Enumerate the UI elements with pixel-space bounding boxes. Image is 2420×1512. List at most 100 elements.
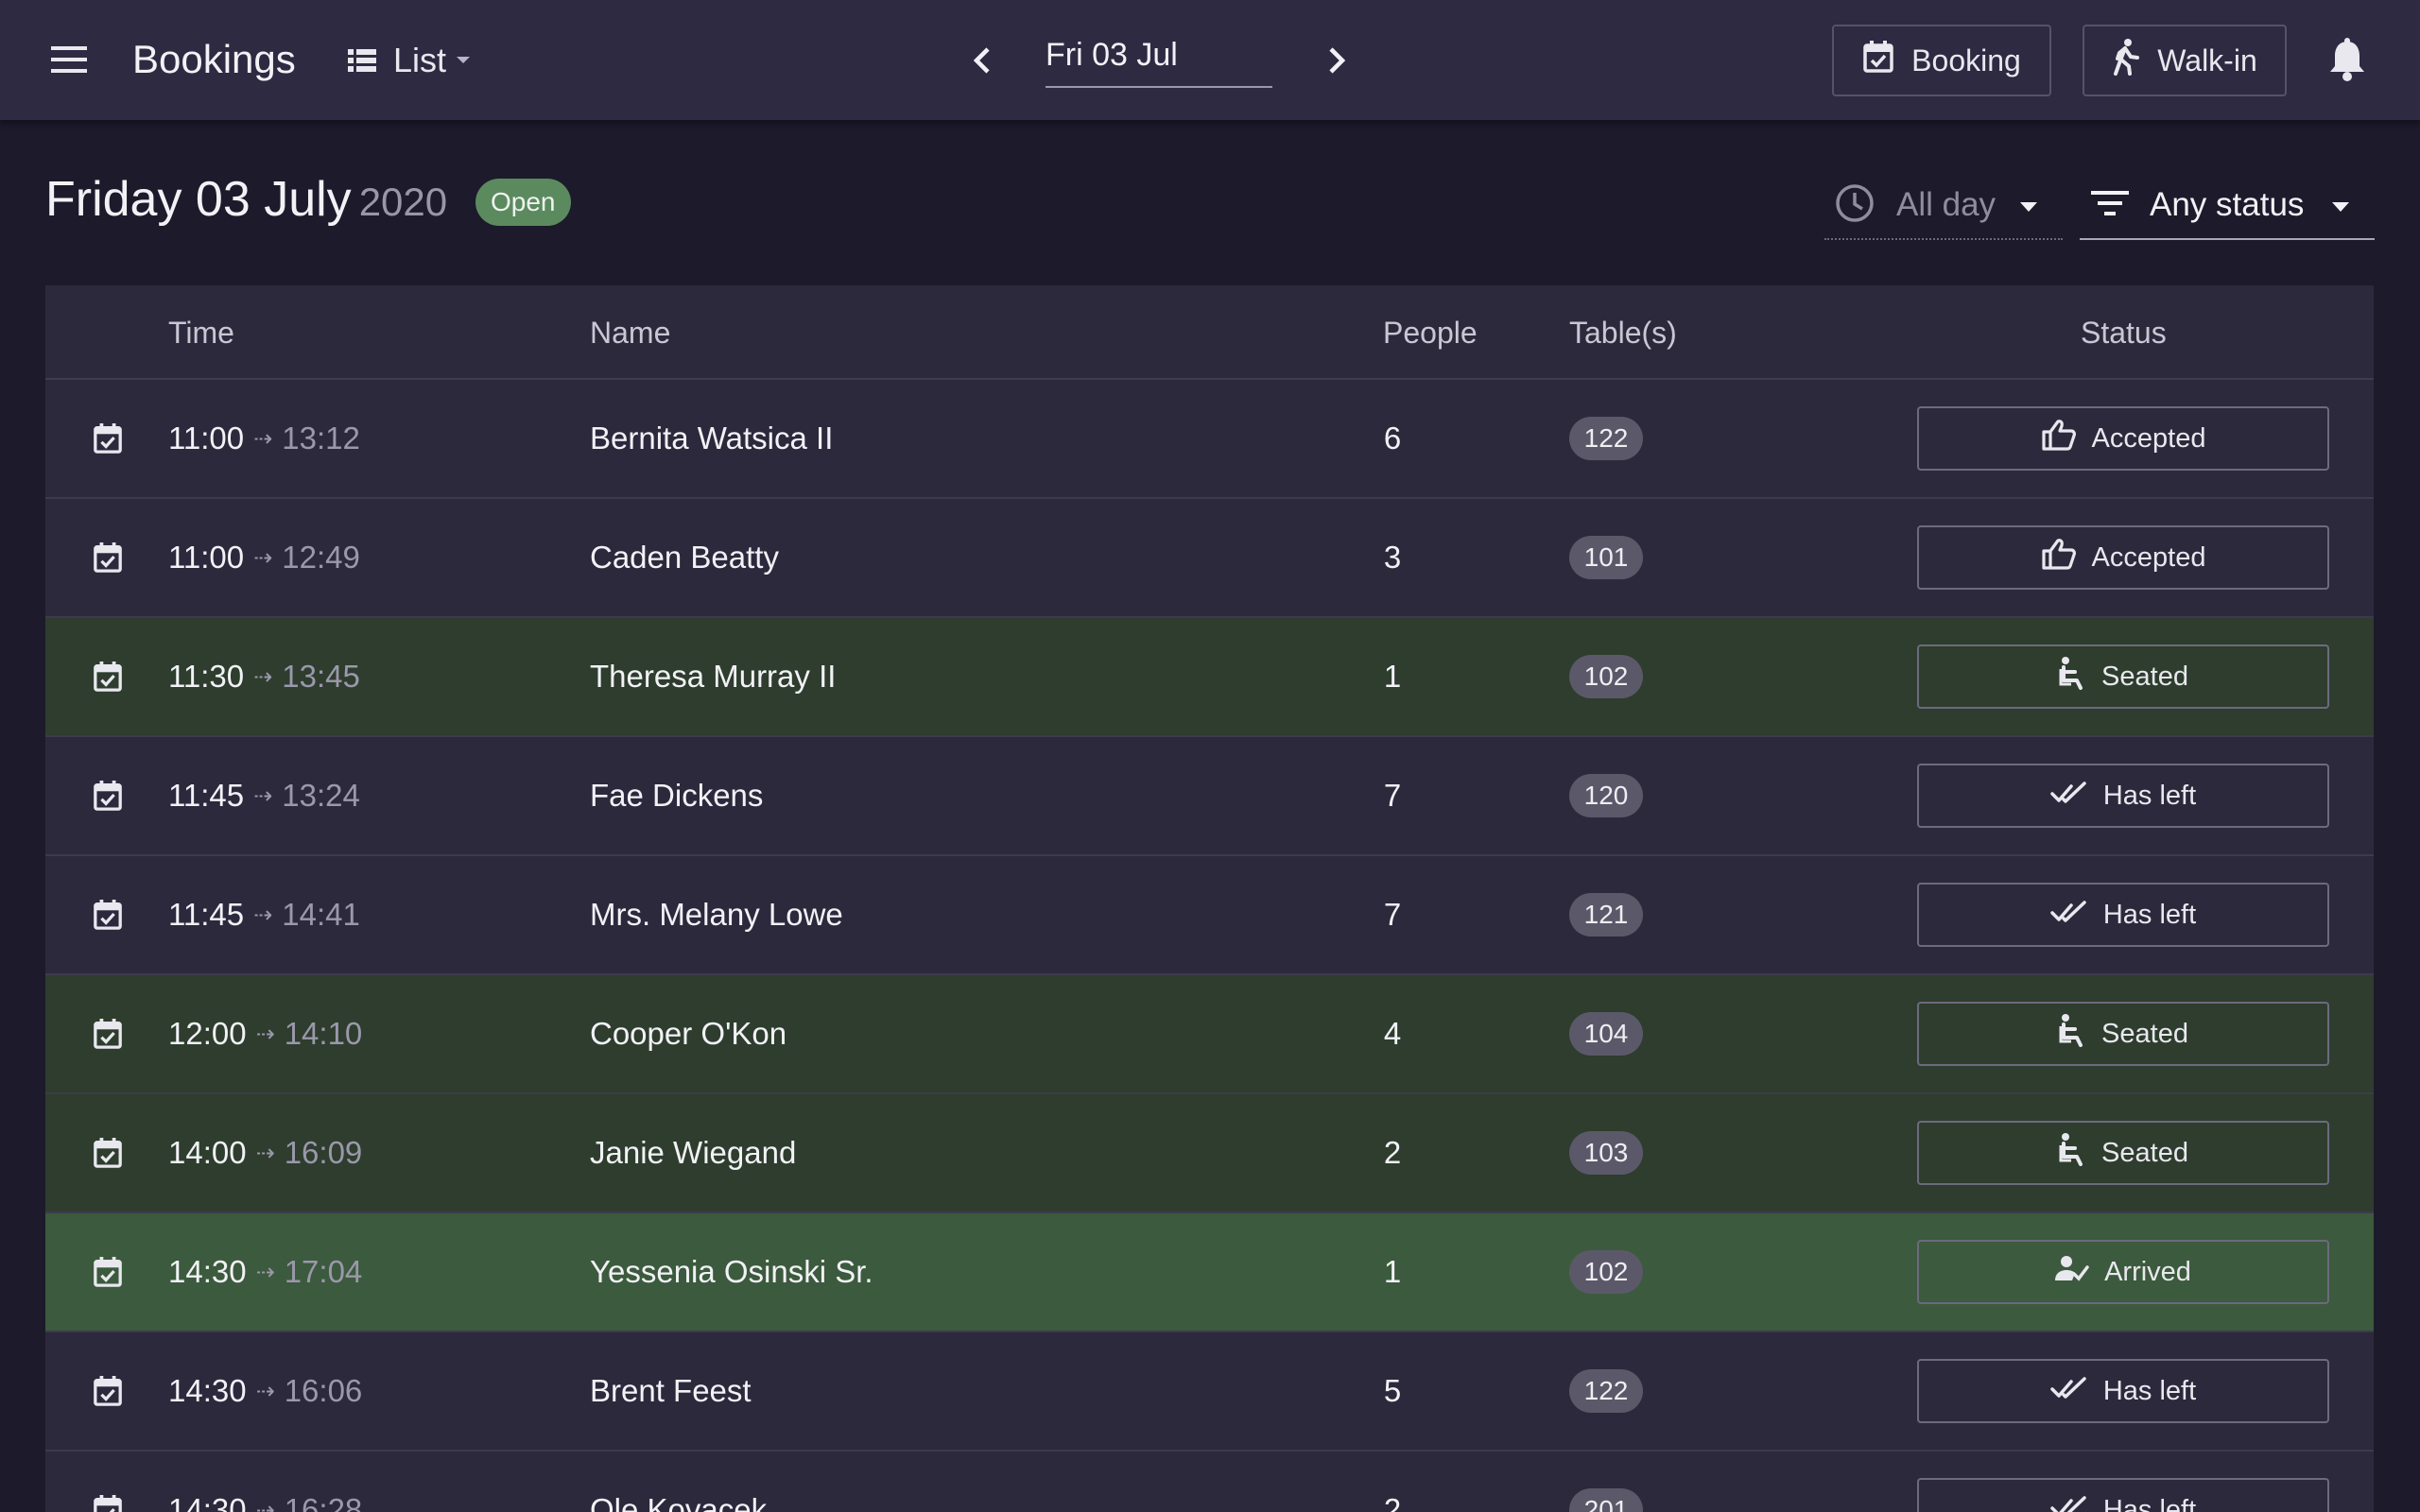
status-cell: Has left <box>1917 737 2331 854</box>
booking-calendar-icon <box>93 1094 130 1211</box>
table-chip: 104 <box>1569 1012 1643 1056</box>
double-check-icon <box>2050 900 2088 931</box>
table-row[interactable]: 14:00 ⇢ 16:09 Janie Wiegand 2 103 Seated <box>45 1094 2374 1213</box>
status-badge: Open <box>475 179 571 226</box>
status-button[interactable]: Has left <box>1917 1478 2329 1512</box>
table-chip: 102 <box>1569 1250 1643 1294</box>
new-booking-button[interactable]: Booking <box>1832 25 2051 96</box>
bookings-table: Time Name People Table(s) Status 11:00 ⇢… <box>45 285 2374 1512</box>
booking-time: 14:30 ⇢ 16:06 <box>168 1332 452 1450</box>
status-button[interactable]: Has left <box>1917 883 2329 947</box>
party-size: 5 <box>1383 1373 1402 1408</box>
thumb-up-icon <box>2041 537 2077 578</box>
end-time: 13:45 <box>282 659 360 694</box>
dashed-arrow-icon: ⇢ <box>253 782 273 809</box>
booking-time: 11:45 ⇢ 14:41 <box>168 856 452 973</box>
end-time: 13:12 <box>282 421 360 455</box>
table-row[interactable]: 11:45 ⇢ 14:41 Mrs. Melany Lowe 7 121 Has… <box>45 856 2374 975</box>
notifications-bell-icon[interactable] <box>2327 38 2367 83</box>
guest-name: Theresa Murray II <box>590 659 837 694</box>
dashed-arrow-icon: ⇢ <box>253 663 273 690</box>
table-row[interactable]: 11:00 ⇢ 12:49 Caden Beatty 3 101 Accepte… <box>45 499 2374 618</box>
status-cell: Has left <box>1917 1452 2331 1512</box>
status-cell: Accepted <box>1917 380 2331 497</box>
end-time: 14:10 <box>284 1016 363 1051</box>
walking-person-icon <box>2112 38 2140 83</box>
party-size: 1 <box>1383 1254 1402 1289</box>
table-chip: 122 <box>1569 417 1643 460</box>
party-size: 2 <box>1383 1492 1402 1512</box>
caret-down-icon <box>456 56 471 65</box>
booking-calendar-icon <box>93 380 130 497</box>
double-check-icon <box>2050 1495 2088 1512</box>
table-chip: 103 <box>1569 1131 1643 1175</box>
menu-icon[interactable] <box>49 43 89 76</box>
guest-name: Yessenia Osinski Sr. <box>590 1254 873 1289</box>
booking-calendar-icon <box>93 975 130 1092</box>
table-cell: 102 <box>1569 1213 1683 1331</box>
table-row[interactable]: 14:30 ⇢ 16:06 Brent Feest 5 122 Has left <box>45 1332 2374 1452</box>
walk-in-button[interactable]: Walk-in <box>2083 25 2287 96</box>
previous-day-button[interactable] <box>964 40 1002 81</box>
status-label: Accepted <box>2091 541 2206 573</box>
column-header-people[interactable]: People <box>1383 316 1478 351</box>
status-button[interactable]: Has left <box>1917 1359 2329 1423</box>
dashed-arrow-icon: ⇢ <box>255 1140 275 1166</box>
seat-icon <box>2058 1013 2086 1055</box>
end-time: 12:49 <box>282 540 360 575</box>
guest-name: Ole Kovacek <box>590 1492 768 1512</box>
start-time: 14:00 <box>168 1135 247 1170</box>
person-check-icon <box>2055 1254 2089 1290</box>
table-row[interactable]: 14:30 ⇢ 16:28 Ole Kovacek 2 201 Has left <box>45 1452 2374 1512</box>
time-filter-select[interactable]: All day <box>1824 172 2063 240</box>
status-label: Has left <box>2102 899 2197 930</box>
booking-time: 11:30 ⇢ 13:45 <box>168 618 452 735</box>
end-time: 16:06 <box>284 1373 363 1408</box>
column-header-tables[interactable]: Table(s) <box>1569 316 1677 351</box>
dashed-arrow-icon: ⇢ <box>255 1497 275 1512</box>
status-label: Has left <box>2102 1375 2197 1406</box>
status-button[interactable]: Seated <box>1917 1121 2329 1185</box>
status-button[interactable]: Has left <box>1917 764 2329 828</box>
table-row[interactable]: 12:00 ⇢ 14:10 Cooper O'Kon 4 104 Seated <box>45 975 2374 1094</box>
column-header-time[interactable]: Time <box>168 316 234 351</box>
table-row[interactable]: 14:30 ⇢ 17:04 Yessenia Osinski Sr. 1 102… <box>45 1213 2374 1332</box>
status-button[interactable]: Seated <box>1917 1002 2329 1066</box>
double-check-icon <box>2050 781 2088 812</box>
booking-calendar-icon <box>93 1452 130 1512</box>
table-row[interactable]: 11:00 ⇢ 13:12 Bernita Watsica II 6 122 A… <box>45 380 2374 499</box>
booking-time: 12:00 ⇢ 14:10 <box>168 975 452 1092</box>
day-heading-date: Friday 03 July <box>45 172 352 227</box>
day-heading: Friday 03 July 2020 <box>45 170 447 232</box>
view-mode-select[interactable]: List <box>348 38 471 83</box>
table-row[interactable]: 11:45 ⇢ 13:24 Fae Dickens 7 120 Has left <box>45 737 2374 856</box>
dashed-arrow-icon: ⇢ <box>255 1378 275 1404</box>
party-size: 1 <box>1383 659 1402 694</box>
table-row[interactable]: 11:30 ⇢ 13:45 Theresa Murray II 1 102 Se… <box>45 618 2374 737</box>
party-size: 6 <box>1383 421 1402 455</box>
column-header-name[interactable]: Name <box>590 316 670 351</box>
status-filter-label: Any status <box>2150 186 2305 223</box>
dashed-arrow-icon: ⇢ <box>255 1259 275 1285</box>
guest-name: Janie Wiegand <box>590 1135 797 1170</box>
next-day-button[interactable] <box>1317 40 1355 81</box>
guest-name: Mrs. Melany Lowe <box>590 897 843 932</box>
guest-name: Caden Beatty <box>590 540 779 575</box>
date-field[interactable]: Fri 03 Jul <box>1046 31 1272 88</box>
chevron-left-icon <box>973 47 990 74</box>
status-button[interactable]: Arrived <box>1917 1240 2329 1304</box>
start-time: 11:30 <box>168 659 245 694</box>
table-cell: 101 <box>1569 499 1683 616</box>
table-cell: 103 <box>1569 1094 1683 1211</box>
status-filter-select[interactable]: Any status <box>2080 172 2375 240</box>
status-label: Has left <box>2102 780 2197 811</box>
end-time: 16:09 <box>284 1135 363 1170</box>
status-button[interactable]: Accepted <box>1917 525 2329 590</box>
status-button[interactable]: Seated <box>1917 644 2329 709</box>
status-label: Seated <box>2101 661 2188 692</box>
status-cell: Accepted <box>1917 499 2331 616</box>
thumb-up-icon <box>2041 418 2077 459</box>
column-header-status[interactable]: Status <box>2081 316 2167 351</box>
table-cell: 104 <box>1569 975 1683 1092</box>
status-button[interactable]: Accepted <box>1917 406 2329 471</box>
